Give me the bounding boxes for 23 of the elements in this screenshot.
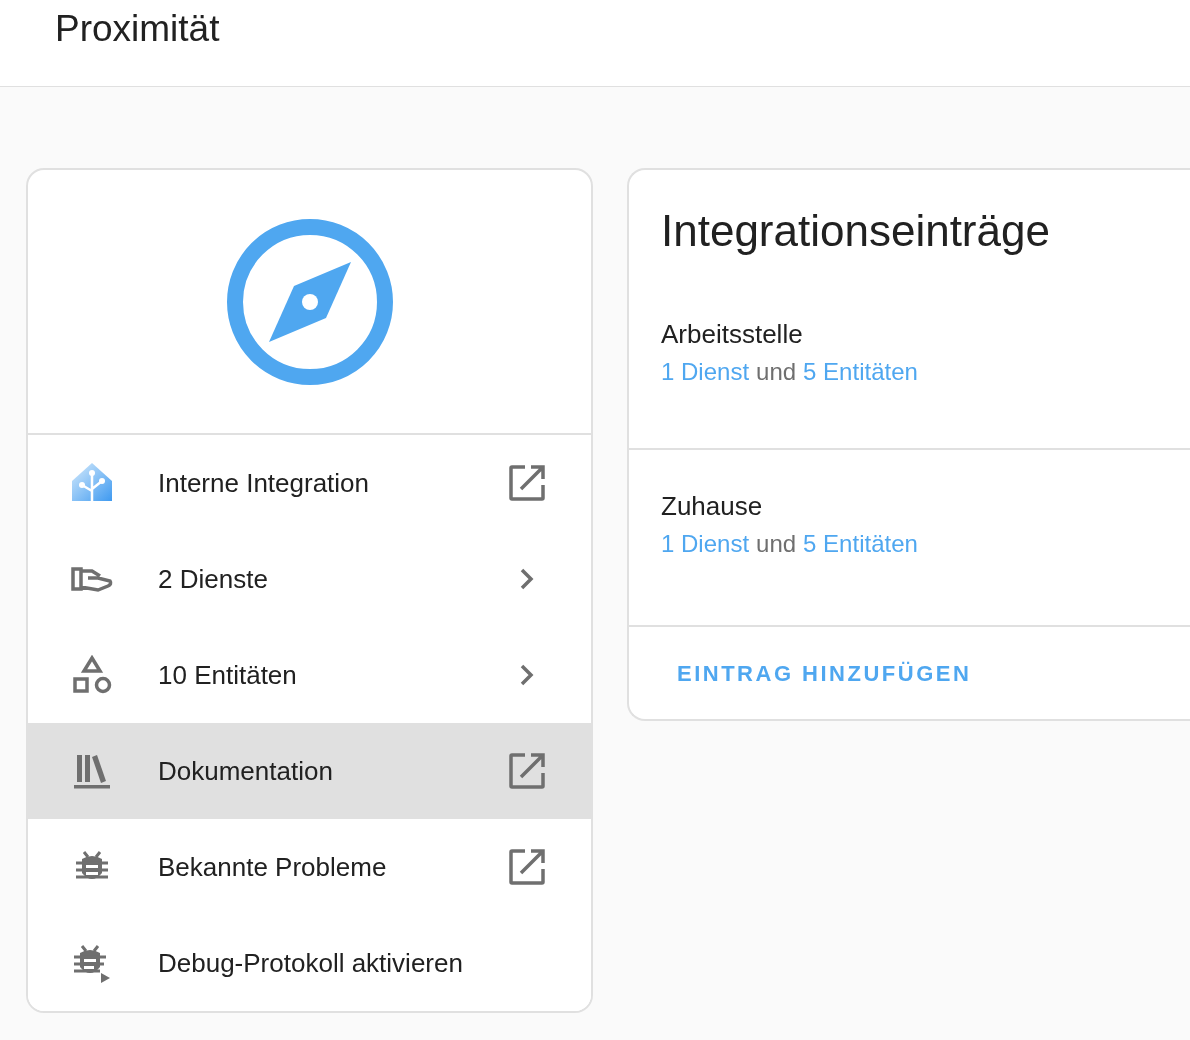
menu-item-label: Bekannte Probleme (158, 850, 388, 884)
chevron-right-icon (519, 663, 535, 687)
joiner-text: und (756, 529, 797, 559)
card-title: Integrationseinträge (661, 206, 1050, 255)
chevron-right-icon (519, 567, 535, 591)
bug-icon (72, 943, 112, 983)
menu-item-label: Dokumentation (158, 754, 334, 788)
shapes-icon (72, 655, 112, 695)
books-icon (73, 753, 111, 789)
menu-item-label: 10 Entitäten (158, 658, 298, 692)
menu-item-label: 2 Dienste (158, 562, 269, 596)
menu-item-label: Debug-Protokoll aktivieren (158, 946, 464, 980)
external-link-icon (508, 464, 546, 502)
external-link-icon (508, 848, 546, 886)
entry-name: Arbeitsstelle (661, 318, 804, 351)
menu-item[interactable]: Dokumentation (28, 723, 591, 819)
joiner-text: und (756, 357, 797, 387)
menu-item-label: Interne Integration (158, 466, 371, 500)
external-link-icon (508, 752, 546, 790)
compass-icon (225, 217, 394, 386)
page-title: Proximität (55, 7, 220, 52)
entry-name: Zuhause (661, 490, 764, 523)
hand-icon (70, 564, 114, 594)
